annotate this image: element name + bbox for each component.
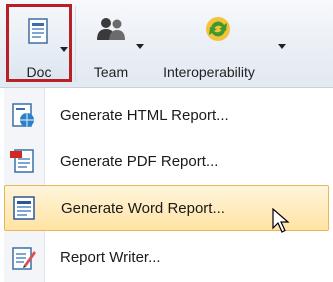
pdf-report-icon	[10, 149, 36, 180]
menu-item-label: Generate PDF Report...	[60, 153, 219, 170]
report-writer-icon	[10, 245, 36, 276]
interoperability-dropdown-arrow-icon[interactable]	[278, 44, 286, 49]
menu-item-report-writer[interactable]: Report Writer...	[4, 235, 329, 281]
interoperability-label: Interoperability	[163, 64, 255, 80]
sync-icon	[203, 14, 233, 49]
document-icon	[26, 17, 52, 52]
toolbar-divider	[75, 6, 76, 82]
ribbon-toolbar: Doc Team Interoperability	[0, 0, 333, 88]
menu-item-label: Generate Word Report...	[61, 200, 225, 217]
word-report-icon	[11, 196, 37, 227]
team-icon	[94, 14, 128, 49]
team-button[interactable]: Team	[78, 4, 144, 82]
team-label: Team	[93, 64, 129, 80]
doc-dropdown-arrow-icon[interactable]	[60, 47, 68, 52]
team-dropdown-arrow-icon[interactable]	[136, 44, 144, 49]
doc-label: Doc	[26, 64, 52, 80]
interoperability-button[interactable]: Interoperability	[148, 4, 288, 82]
html-report-icon	[10, 103, 36, 134]
doc-button[interactable]: Doc	[6, 4, 72, 82]
mouse-pointer-icon	[272, 207, 290, 239]
menu-item-generate-html-report[interactable]: Generate HTML Report...	[4, 93, 329, 139]
menu-item-generate-pdf-report[interactable]: Generate PDF Report...	[4, 139, 329, 185]
menu-item-label: Report Writer...	[60, 249, 161, 266]
menu-item-label: Generate HTML Report...	[60, 107, 229, 124]
